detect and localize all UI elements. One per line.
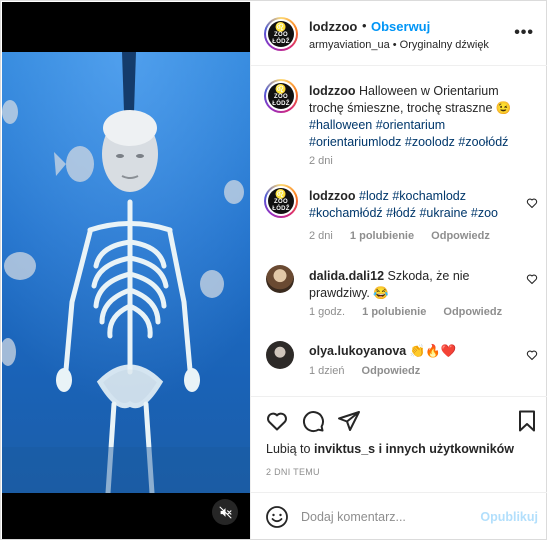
comment-username[interactable]: olya.lukoyanova xyxy=(309,344,406,358)
comment-time[interactable]: 1 godz. xyxy=(309,306,345,318)
comment-text: olya.lukoyanova 👏🔥❤️ xyxy=(309,343,519,360)
comments-list: ♌ ZOO ŁÓDŹ lodzzoo Halloween w Orientari… xyxy=(251,66,547,396)
comment-input[interactable] xyxy=(301,507,476,527)
audio-source[interactable]: armyaviation_ua • Oryginalny dźwięk xyxy=(309,39,489,51)
avatar-logo-text: ŁÓDŹ xyxy=(272,205,290,212)
post-header: ♌ ZOO ŁÓDŹ lodzzoo • Obserwuj armyaviati… xyxy=(251,2,547,66)
video-frame xyxy=(2,52,250,493)
comment-meta: 1 dzień Odpowiedz xyxy=(309,365,434,377)
comment-like-heart-icon[interactable] xyxy=(526,273,538,285)
post-actions: Lubią to inviktus_s i innych użytkownikó… xyxy=(251,396,547,492)
more-options-button[interactable]: ••• xyxy=(514,24,534,42)
emoji-icon[interactable] xyxy=(265,505,289,529)
publish-button[interactable]: Opublikuj xyxy=(480,510,538,524)
media-panel xyxy=(2,2,250,539)
reply-button[interactable]: Odpowiedz xyxy=(431,230,490,242)
caption-username[interactable]: lodzzoo xyxy=(309,84,356,98)
mute-button[interactable] xyxy=(212,499,238,525)
follow-button[interactable]: Obserwuj xyxy=(371,19,430,34)
avatar-logo-text: ŁÓDŹ xyxy=(272,38,290,45)
avatar-logo-text: ZOO xyxy=(274,31,288,38)
lion-logo-icon: ♌ xyxy=(275,21,287,32)
comment-meta: 2 dni 1 polubienie Odpowiedz xyxy=(309,230,504,242)
lion-logo-icon: ♌ xyxy=(275,83,287,94)
comment-time[interactable]: 1 dzień xyxy=(309,365,344,377)
likes-user[interactable]: inviktus_s xyxy=(314,442,375,456)
comment-username[interactable]: lodzzoo xyxy=(309,189,356,203)
reel-video[interactable] xyxy=(2,52,250,493)
comment-avatar[interactable]: ♌ ZOO ŁÓDŹ xyxy=(264,184,298,218)
share-icon[interactable] xyxy=(337,409,361,433)
comment-likes[interactable]: 1 polubienie xyxy=(362,306,426,318)
post-timestamp[interactable]: 2 DNI TEMU xyxy=(266,467,320,477)
avatar-logo-text: ZOO xyxy=(274,198,288,205)
comment-like-heart-icon[interactable] xyxy=(526,349,538,361)
comment-text: lodzzoo #lodz #kochamlodz #kochamłódź #ł… xyxy=(309,188,519,222)
comment-body: 👏🔥❤️ xyxy=(409,344,457,358)
header-separator: • xyxy=(362,18,367,33)
bookmark-icon[interactable] xyxy=(515,409,539,433)
comment-icon[interactable] xyxy=(301,409,325,433)
comment-text: dalida.dali12 Szkoda, że nie prawdziwy. … xyxy=(309,268,519,302)
likes-prefix: Lubią to xyxy=(266,442,311,456)
commenter-avatar[interactable] xyxy=(266,265,294,293)
avatar-logo-text: ZOO xyxy=(274,93,288,100)
likes-summary: Lubią to inviktus_s i innych użytkownikó… xyxy=(266,442,514,456)
comment-like-heart-icon[interactable] xyxy=(526,197,538,209)
comment-meta: 1 godz. 1 polubienie Odpowiedz xyxy=(309,306,516,318)
author-username[interactable]: lodzzoo xyxy=(309,19,357,34)
heart-icon[interactable] xyxy=(265,409,289,433)
post-side-panel: ♌ ZOO ŁÓDŹ lodzzoo • Obserwuj armyaviati… xyxy=(250,2,547,539)
author-avatar[interactable]: ♌ ZOO ŁÓDŹ xyxy=(264,17,298,51)
commenter-avatar[interactable] xyxy=(266,341,294,369)
comment-likes[interactable]: 1 polubienie xyxy=(350,230,414,242)
likes-others[interactable]: i innych użytkowników xyxy=(379,442,514,456)
comment-composer: Opublikuj xyxy=(251,492,547,539)
caption-hashtags[interactable]: #halloween #orientarium #orientariumlodz… xyxy=(309,118,508,149)
mute-icon xyxy=(219,506,232,518)
reply-button[interactable]: Odpowiedz xyxy=(362,365,421,377)
lion-logo-icon: ♌ xyxy=(275,188,287,199)
comment-username[interactable]: dalida.dali12 xyxy=(309,269,384,283)
caption-time[interactable]: 2 dni xyxy=(309,155,333,167)
caption-avatar[interactable]: ♌ ZOO ŁÓDŹ xyxy=(264,79,298,113)
caption-meta: 2 dni xyxy=(309,155,347,167)
caption: lodzzoo Halloween w Orientarium trochę ś… xyxy=(309,83,531,151)
reply-button[interactable]: Odpowiedz xyxy=(443,306,502,318)
avatar-logo-text: ŁÓDŹ xyxy=(272,100,290,107)
post-dialog: ♌ ZOO ŁÓDŹ lodzzoo • Obserwuj armyaviati… xyxy=(0,0,547,540)
comment-time[interactable]: 2 dni xyxy=(309,230,333,242)
